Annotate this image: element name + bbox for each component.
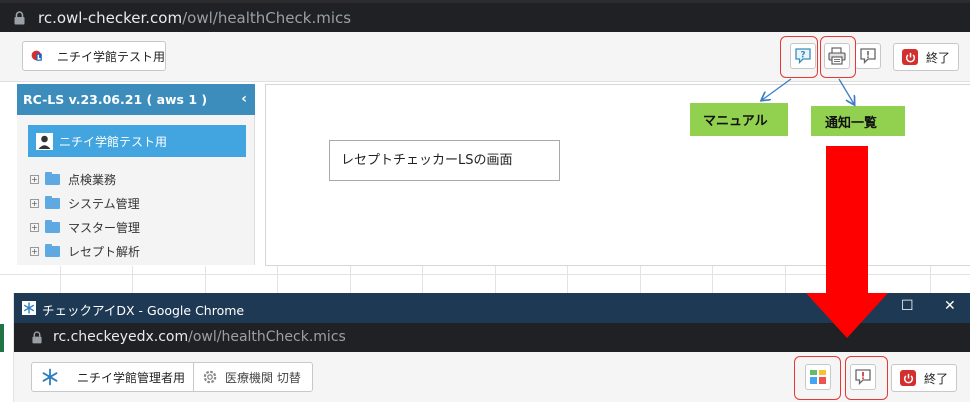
notification-pointer-arrow: [838, 78, 854, 104]
manual-pointer-arrow: [762, 78, 792, 100]
big-down-arrow: [806, 146, 888, 338]
annotation-overlay: [0, 78, 888, 338]
